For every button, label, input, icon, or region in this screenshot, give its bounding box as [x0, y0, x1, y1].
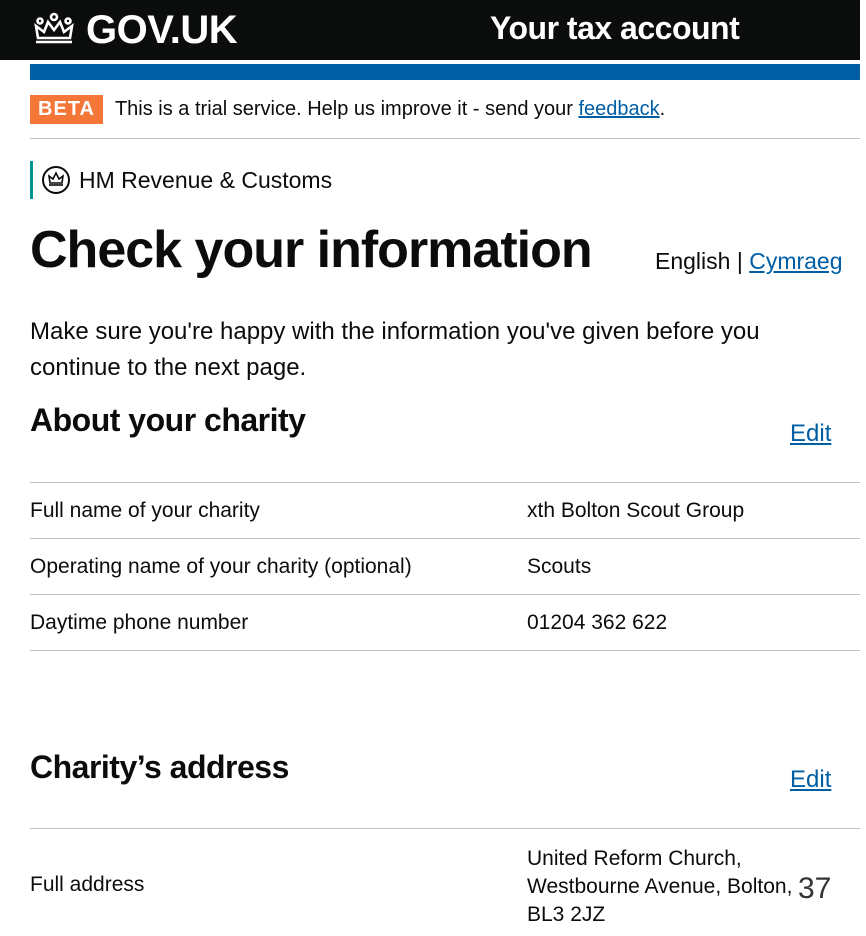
summary-key: Full address — [30, 873, 145, 896]
summary-value: Scouts — [527, 554, 592, 578]
phase-banner-divider — [30, 138, 860, 139]
summary-row: Full name of your charity xth Bolton Sco… — [30, 482, 860, 538]
beta-text: This is a trial service. Help us improve… — [114, 97, 579, 120]
logo-text: GOV.UK — [86, 7, 238, 52]
organisation-name: HM Revenue & Customs — [79, 166, 333, 193]
service-name[interactable]: Your tax account — [490, 6, 740, 50]
global-header: GOV.UK Your tax account — [0, 0, 860, 60]
lead-paragraph: Make sure you're happy with the informat… — [30, 318, 760, 381]
govuk-logo-link[interactable]: GOV.UK — [30, 6, 238, 54]
charity-address-summary: Full address United Reform Church, Westb… — [30, 828, 860, 929]
summary-row: Daytime phone number 01204 362 622 — [30, 594, 860, 651]
beta-message: This is a trial service. Help us improve… — [115, 98, 665, 121]
language-separator: | — [730, 248, 750, 274]
language-current: English — [655, 248, 731, 274]
summary-row: Full address United Reform Church, Westb… — [30, 829, 860, 929]
address-line: United Reform Church, — [527, 847, 742, 870]
phase-banner: BETA This is a trial service. Help us im… — [30, 92, 860, 126]
organisation-logo: HM Revenue & Customs — [30, 161, 332, 199]
summary-row: Operating name of your charity (optional… — [30, 538, 860, 594]
slide-number: 37 — [798, 872, 832, 905]
about-charity-heading: About your charity — [30, 402, 306, 438]
header-blue-band — [30, 64, 860, 80]
language-toggle: English | Cymraeg — [655, 246, 843, 276]
about-charity-summary: Full name of your charity xth Bolton Sco… — [30, 482, 860, 651]
charity-address-edit-link[interactable]: Edit — [790, 766, 831, 794]
hmrc-crest-icon — [42, 166, 70, 194]
crown-icon — [34, 12, 74, 44]
summary-key: Operating name of your charity (optional… — [30, 554, 412, 578]
summary-key: Daytime phone number — [30, 610, 249, 634]
about-charity-edit-link[interactable]: Edit — [790, 420, 831, 448]
feedback-link[interactable]: feedback — [578, 98, 659, 120]
summary-key: Full name of your charity — [30, 498, 260, 522]
beta-suffix: . — [659, 97, 666, 120]
summary-value: 01204 362 622 — [527, 610, 668, 634]
language-cymraeg-link[interactable]: Cymraeg — [749, 248, 842, 274]
page-title: Check your information — [30, 221, 593, 279]
summary-value: xth Bolton Scout Group — [527, 498, 745, 522]
charity-address-heading: Charity’s address — [30, 749, 289, 785]
beta-tag: BETA — [30, 94, 103, 124]
